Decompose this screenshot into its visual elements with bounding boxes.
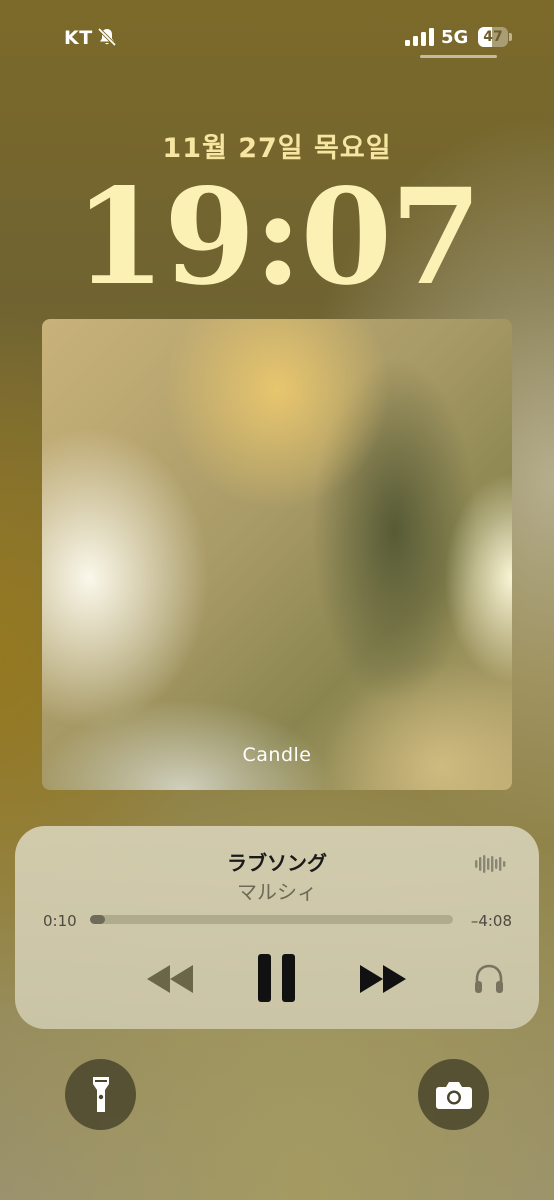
cellular-signal-icon xyxy=(405,28,434,46)
lock-clock[interactable]: 19:07 xyxy=(0,158,554,318)
network-type-label: 5G xyxy=(441,27,469,48)
remaining-time: –4:08 xyxy=(470,912,512,930)
song-title: ラブソング xyxy=(227,851,327,875)
battery-percent: 47 xyxy=(483,29,503,45)
rewind-icon xyxy=(147,965,193,993)
album-artwork[interactable]: Candle xyxy=(42,319,512,790)
flashlight-icon xyxy=(92,1076,109,1112)
fast-forward-icon xyxy=(360,965,406,993)
fast-forward-button[interactable] xyxy=(356,961,412,997)
artwork-caption: Candle xyxy=(242,744,312,766)
playback-progress-fill xyxy=(90,915,105,924)
playback-scrubber[interactable] xyxy=(90,915,453,924)
pause-button[interactable] xyxy=(255,952,299,1004)
pause-icon xyxy=(258,954,295,1002)
now-playing-card[interactable]: ラブソング マルシィ 0:10 –4:08 xyxy=(15,826,539,1029)
camera-button[interactable] xyxy=(418,1059,489,1130)
control-center-grabber[interactable] xyxy=(420,55,497,58)
camera-icon xyxy=(435,1081,472,1109)
audio-waveform-icon[interactable] xyxy=(475,854,507,874)
carrier-label: KT xyxy=(64,27,93,49)
headphones-icon xyxy=(475,964,503,993)
audio-output-button[interactable] xyxy=(471,962,507,998)
flashlight-button[interactable] xyxy=(65,1059,136,1130)
bell-slash-icon xyxy=(97,27,117,47)
song-artist: マルシィ xyxy=(237,880,317,904)
rewind-button[interactable] xyxy=(143,961,199,997)
battery-indicator: 47 xyxy=(478,27,512,47)
elapsed-time: 0:10 xyxy=(43,912,77,930)
status-bar: KT 5G 47 xyxy=(0,0,554,60)
